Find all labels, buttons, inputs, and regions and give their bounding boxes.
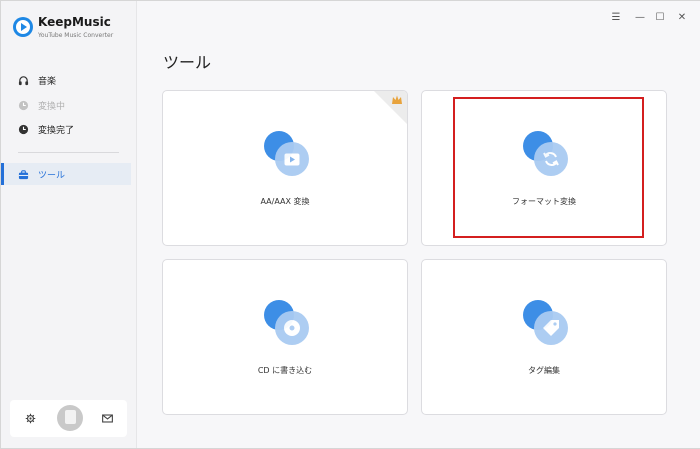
convert-refresh-icon xyxy=(534,142,568,176)
sidebar-item-label: 音楽 xyxy=(38,76,57,87)
tool-card-tag-edit[interactable]: タグ編集 xyxy=(421,259,667,415)
tool-icon-format-convert xyxy=(523,131,569,177)
page-title: ツール xyxy=(163,53,212,72)
sidebar-item-label: 変換完了 xyxy=(38,125,75,136)
toolbox-icon xyxy=(18,169,29,180)
crown-icon xyxy=(392,95,402,104)
minimize-icon[interactable]: — xyxy=(634,11,646,23)
video-play-icon xyxy=(275,142,309,176)
avatar[interactable] xyxy=(57,405,83,431)
app-subtitle: YouTube Music Converter xyxy=(38,32,114,39)
sidebar-item-label: ツール xyxy=(38,170,66,181)
sidebar-item-tools[interactable]: ツール xyxy=(1,163,131,185)
tool-label: AA/AAX 変換 xyxy=(260,197,310,206)
tool-icon-aa-aax xyxy=(264,131,310,177)
tool-icon-cd-burn xyxy=(264,300,310,346)
tool-card-cd-burn[interactable]: CD に書き込む xyxy=(162,259,408,415)
app-window: KeepMusic YouTube Music Converter 音楽 変換中… xyxy=(0,0,700,449)
sidebar-bottom-panel xyxy=(10,400,127,437)
maximize-icon[interactable]: ☐ xyxy=(654,11,666,23)
sidebar-item-converted[interactable]: 変換完了 xyxy=(1,118,131,140)
tool-icon-tag-edit xyxy=(523,300,569,346)
tool-label: フォーマット変換 xyxy=(512,197,576,206)
clock-icon xyxy=(18,100,29,111)
headphones-icon xyxy=(18,75,29,86)
tool-label: CD に書き込む xyxy=(257,366,313,375)
keepmusic-logo-icon xyxy=(13,17,33,37)
tool-card-aa-aax[interactable]: AA/AAX 変換 xyxy=(162,90,408,246)
tool-label: タグ編集 xyxy=(528,366,560,375)
app-name: KeepMusic xyxy=(38,15,111,29)
sidebar: KeepMusic YouTube Music Converter 音楽 変換中… xyxy=(1,1,137,448)
main-content: ☰ — ☐ ✕ ツール AA/AAX 変換 フォーマット変換 CD に書き込む … xyxy=(138,1,700,448)
sidebar-item-label: 変換中 xyxy=(38,101,66,112)
mail-icon[interactable] xyxy=(101,412,113,424)
disc-icon xyxy=(275,311,309,345)
tag-icon xyxy=(534,311,568,345)
tool-card-format-convert[interactable]: フォーマット変換 xyxy=(421,90,667,246)
sidebar-item-converting[interactable]: 変換中 xyxy=(1,94,131,116)
gear-icon[interactable] xyxy=(24,412,36,424)
clock-icon xyxy=(18,124,29,135)
active-indicator xyxy=(1,163,4,185)
close-icon[interactable]: ✕ xyxy=(676,11,688,23)
menu-icon[interactable]: ☰ xyxy=(610,11,622,23)
sidebar-divider xyxy=(18,152,119,153)
sidebar-item-music[interactable]: 音楽 xyxy=(1,69,131,91)
